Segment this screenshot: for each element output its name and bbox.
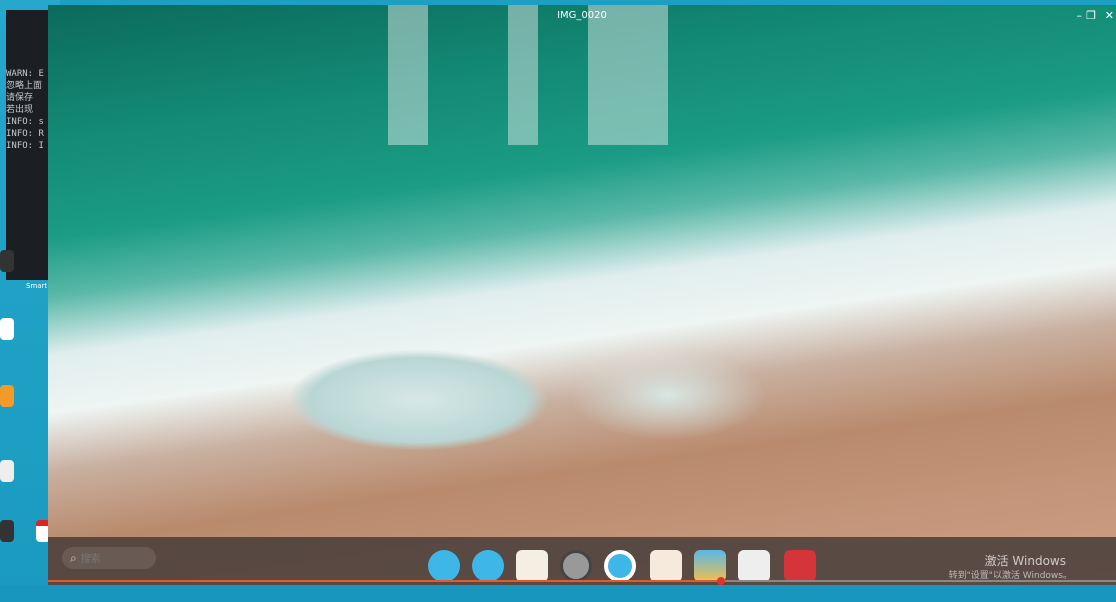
terminal-line: INFO: R xyxy=(6,129,44,139)
multitask-icon[interactable] xyxy=(472,550,504,582)
search-input[interactable]: ⌕ 搜索 xyxy=(62,547,156,569)
notes-icon[interactable] xyxy=(650,550,682,582)
desktop-icon[interactable] xyxy=(0,460,14,482)
launcher-icon[interactable] xyxy=(428,550,460,582)
desktop-icon[interactable] xyxy=(0,250,14,272)
photo-detail xyxy=(508,5,538,145)
video-progress-handle[interactable] xyxy=(716,577,725,585)
taskbar xyxy=(0,585,1116,602)
desktop-icon[interactable] xyxy=(0,520,14,542)
minimize-icon[interactable]: – xyxy=(1077,9,1083,22)
video-progress-fill xyxy=(48,580,721,582)
terminal-window[interactable]: WARN: E 忽略上面 请保存 若出现 INFO: s INFO: R INF… xyxy=(6,10,50,280)
search-icon: ⌕ xyxy=(70,551,77,565)
terminal-line: 若出现 xyxy=(6,105,34,115)
desktop-icon[interactable] xyxy=(0,385,14,407)
video-progress-bar[interactable] xyxy=(48,577,1116,585)
app-store-icon[interactable] xyxy=(784,550,816,582)
terminal-line: WARN: E xyxy=(6,69,44,79)
files-icon[interactable] xyxy=(738,550,770,582)
photo-detail xyxy=(388,5,428,145)
dock: ⌕ 搜索 激活 Windows 转到"设置"以激活 Windows。 xyxy=(48,537,1116,585)
terminal-line: 请保存 xyxy=(6,93,34,103)
activation-watermark-title: 激活 Windows xyxy=(984,554,1066,568)
terminal-line: INFO: I xyxy=(6,141,44,151)
restore-icon[interactable]: ❐ xyxy=(1086,9,1096,22)
image-viewer-window: IMG_0020 – ❐ ✕ ⌕ 搜索 激活 Windows 转到"设置"以激活… xyxy=(48,5,1116,585)
browser-icon[interactable] xyxy=(560,550,592,582)
desktop-icon[interactable] xyxy=(0,318,14,340)
cloud-icon[interactable] xyxy=(604,550,636,582)
terminal-line: INFO: s xyxy=(6,117,44,127)
close-icon[interactable]: ✕ xyxy=(1105,9,1114,22)
terminal-line: 忽略上面 xyxy=(6,81,43,91)
photo-detail xyxy=(588,5,668,145)
search-placeholder: 搜索 xyxy=(80,554,101,565)
window-title: IMG_0020 xyxy=(557,10,607,21)
calendar-icon[interactable] xyxy=(516,550,548,582)
